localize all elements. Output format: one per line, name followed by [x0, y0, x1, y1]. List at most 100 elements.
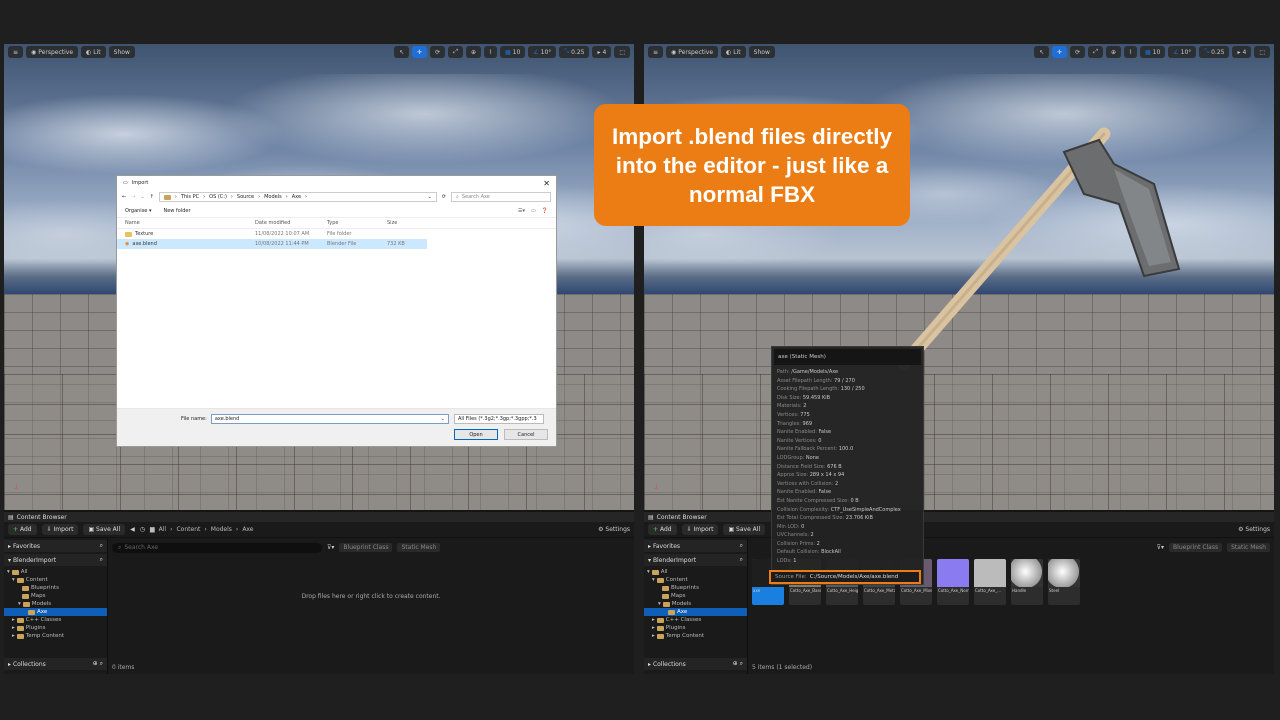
filter-blueprint-class[interactable]: Blueprint Class — [339, 543, 393, 552]
angle-snap-button[interactable]: ∠ 10° — [528, 46, 557, 58]
hamburger-icon[interactable]: ≡ — [8, 46, 24, 58]
column-type[interactable]: Type — [327, 220, 387, 226]
import-button[interactable]: ⇩ Import — [41, 524, 79, 535]
asset-tile[interactable]: Cotto_Axe_Normal... — [937, 559, 969, 605]
lit-button[interactable]: ◐ Lit — [81, 46, 106, 58]
save-all-button[interactable]: ▣ Save All — [723, 524, 766, 535]
tree-item-maps[interactable]: Maps — [4, 592, 107, 600]
lit-button[interactable]: ◐ Lit — [721, 46, 746, 58]
project-header[interactable]: ▾ BlenderImport ⌕ — [644, 554, 747, 566]
scale-tool-icon[interactable]: ⤢ — [448, 46, 463, 58]
tree-item-axe[interactable]: Axe — [644, 608, 747, 616]
favorites-header[interactable]: ▸ Favorites ⌕ — [4, 540, 107, 552]
save-all-button[interactable]: ▣ Save All — [83, 524, 126, 535]
collections-header[interactable]: ▸ Collections ⊕ ⌕ — [644, 658, 747, 670]
column-size[interactable]: Size — [387, 220, 427, 226]
file-row[interactable]: Texture 11/08/2022 10:07 AM File folder — [117, 229, 427, 239]
search-input[interactable]: ⌕ Search Axe — [112, 542, 322, 553]
content-browser-tab[interactable]: ▤ Content Browser — [4, 512, 634, 522]
move-tool-icon[interactable]: ✛ — [1052, 46, 1068, 58]
hamburger-icon[interactable]: ≡ — [648, 46, 664, 58]
search-icon[interactable]: ⌕ — [740, 556, 743, 564]
asset-tile[interactable]: Steel — [1048, 559, 1080, 605]
column-name[interactable]: Name — [125, 220, 255, 226]
tree-item-cpp[interactable]: ▸ C++ Classes — [644, 616, 747, 624]
asset-tile[interactable]: Cotto_Axe_... — [974, 559, 1006, 605]
filter-static-mesh[interactable]: Static Mesh — [1227, 543, 1270, 552]
scale-tool-icon[interactable]: ⤢ — [1088, 46, 1103, 58]
dialog-search-input[interactable]: ⌕ Search Axe — [451, 192, 551, 202]
asset-view[interactable]: ⌕ Search Axe ⊽▾ Blueprint Class Static Me… — [108, 538, 634, 674]
add-button[interactable]: + Add — [648, 524, 677, 535]
filter-blueprint-class[interactable]: Blueprint Class — [1169, 543, 1223, 552]
search-icon[interactable]: ⌕ — [740, 542, 743, 550]
up-arrow-icon[interactable]: ↑ — [150, 194, 154, 200]
perspective-button[interactable]: ◉ Perspective — [26, 46, 79, 58]
maximize-icon[interactable]: ⬚ — [614, 46, 630, 58]
path-segment[interactable]: Models — [264, 194, 282, 200]
rotate-tool-icon[interactable]: ⟳ — [430, 46, 446, 58]
cancel-button[interactable]: Cancel — [504, 429, 548, 440]
asset-tile[interactable]: Handle — [1011, 559, 1043, 605]
file-row-selected[interactable]: ◉ axe.blend 10/08/2022 11:44 PM Blender F… — [117, 239, 427, 249]
settings-button[interactable]: ⚙ Settings — [1238, 526, 1270, 533]
show-button[interactable]: Show — [748, 46, 775, 58]
grid-snap-button[interactable]: ▦ 10 — [1139, 46, 1166, 58]
favorites-header[interactable]: ▸ Favorites ⌕ — [644, 540, 747, 552]
grid-snap-button[interactable]: ▦ 10 — [499, 46, 526, 58]
close-icon[interactable]: ✕ — [543, 179, 550, 188]
path-segment[interactable]: Source — [237, 194, 254, 200]
crumb-content[interactable]: Content — [176, 526, 200, 533]
organise-button[interactable]: Organise ▾ — [125, 208, 151, 214]
tree-item-blueprints[interactable]: Blueprints — [644, 584, 747, 592]
add-collection-icon[interactable]: ⊕ — [93, 660, 98, 667]
camera-speed-button[interactable]: ▸ 4 — [1232, 46, 1252, 58]
new-folder-button[interactable]: New folder — [163, 208, 190, 214]
preview-pane-icon[interactable]: ▭ — [531, 208, 536, 214]
address-bar[interactable]: › This PC › OS (C:) › Source › Models › Axe ›… — [158, 192, 437, 202]
select-tool-icon[interactable]: ↖ — [394, 46, 410, 58]
import-button[interactable]: ⇩ Import — [681, 524, 719, 535]
recent-icon[interactable]: ⌄ — [140, 194, 144, 200]
rotate-tool-icon[interactable]: ⟳ — [1070, 46, 1086, 58]
search-icon[interactable]: ⌕ — [100, 660, 103, 667]
tree-item-maps[interactable]: Maps — [644, 592, 747, 600]
crumb-axe[interactable]: Axe — [242, 526, 253, 533]
surface-snap-icon[interactable]: ⌇ — [1124, 46, 1137, 58]
tree-item-models[interactable]: ▾ Models — [4, 600, 107, 608]
column-date[interactable]: Date modified — [255, 220, 327, 226]
crumb-models[interactable]: Models — [211, 526, 232, 533]
file-type-select[interactable]: All Files (*.3g2;*.3gp;*.3gpp;*.3 — [454, 414, 544, 424]
file-name-input[interactable]: axe.blend ⌄ — [210, 414, 449, 424]
tree-item-axe[interactable]: Axe — [4, 608, 107, 616]
crumb-all[interactable]: All — [159, 526, 166, 533]
search-icon[interactable]: ⌕ — [740, 660, 743, 667]
search-icon[interactable]: ⌕ — [100, 556, 103, 564]
add-collection-icon[interactable]: ⊕ — [733, 660, 738, 667]
project-header[interactable]: ▾ BlenderImport ⌕ — [4, 554, 107, 566]
back-icon[interactable]: ◀ — [130, 526, 135, 533]
move-tool-icon[interactable]: ✛ — [412, 46, 428, 58]
world-icon[interactable]: ⊕ — [1106, 46, 1122, 58]
collections-header[interactable]: ▸ Collections ⊕ ⌕ — [4, 658, 107, 670]
add-button[interactable]: + Add — [8, 524, 37, 535]
filter-icon[interactable]: ⊽▾ — [327, 544, 334, 551]
path-segment[interactable]: Axe — [292, 194, 301, 200]
tree-item-plugins[interactable]: ▸ Plugins — [4, 624, 107, 632]
show-button[interactable]: Show — [108, 46, 135, 58]
tree-item-temp[interactable]: ▸ Temp Content — [644, 632, 747, 640]
help-icon[interactable]: ❓ — [542, 208, 548, 214]
filter-static-mesh[interactable]: Static Mesh — [397, 543, 441, 552]
camera-speed-button[interactable]: ▸ 4 — [592, 46, 612, 58]
tree-item-content[interactable]: ▾ Content — [644, 576, 747, 584]
filter-icon[interactable]: ⊽▾ — [1157, 544, 1164, 551]
scale-snap-button[interactable]: ⤡ 0.25 — [1199, 46, 1230, 58]
angle-snap-button[interactable]: ∠ 10° — [1168, 46, 1197, 58]
content-browser-tab[interactable]: ▤ Content Browser — [644, 512, 1274, 522]
tree-item-models[interactable]: ▾ Models — [644, 600, 747, 608]
refresh-icon[interactable]: ⟳ — [442, 194, 446, 200]
tree-item-temp[interactable]: ▸ Temp Content — [4, 632, 107, 640]
open-button[interactable]: Open — [454, 429, 498, 440]
dropdown-icon[interactable]: ⌄ — [428, 194, 432, 200]
surface-snap-icon[interactable]: ⌇ — [484, 46, 497, 58]
